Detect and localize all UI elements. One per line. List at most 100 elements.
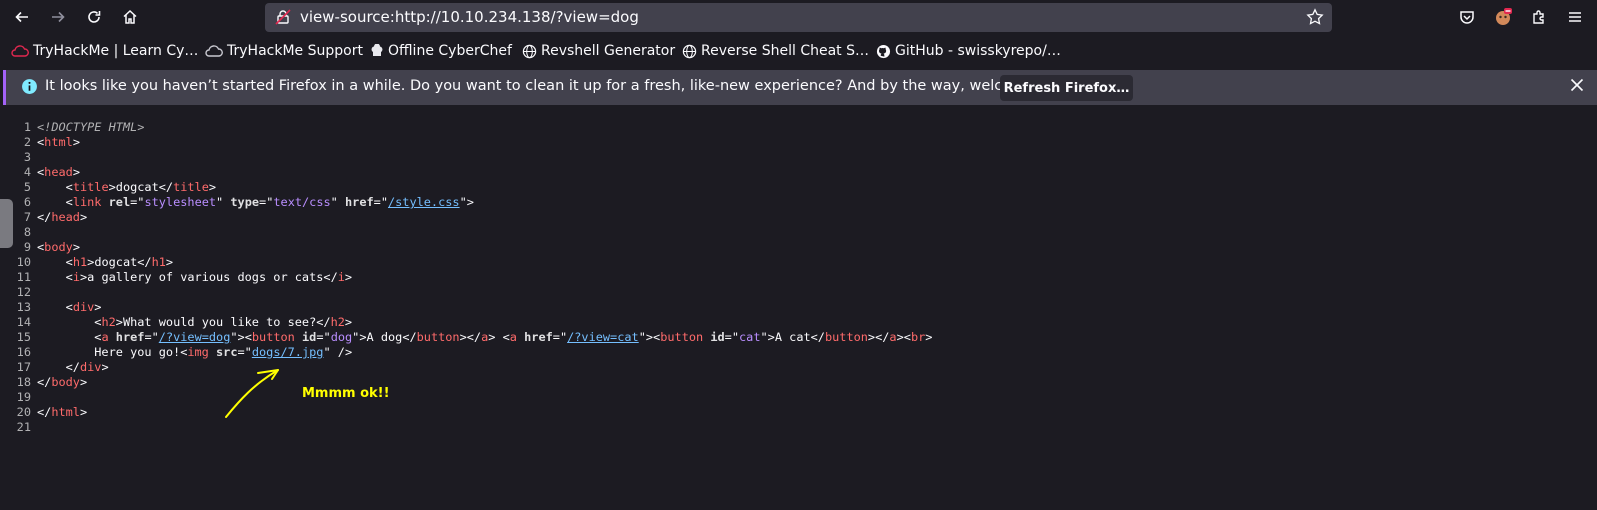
source-line: 2 <html> — [0, 135, 1597, 150]
line-number: 17 — [16, 360, 31, 374]
url-text[interactable]: view-source:http://10.10.234.138/?view=d… — [300, 8, 639, 26]
chef-icon — [371, 44, 383, 56]
source-code: <a href="/?view=dog"><button id="dog">A … — [94, 330, 933, 344]
bookmarks-toolbar: TryHackMe | Learn Cy… TryHackMe Support … — [0, 37, 1597, 65]
source-code: <!DOCTYPE HTML> — [37, 120, 145, 134]
line-number: 15 — [16, 330, 31, 344]
bookmark-github-swisskyrepo[interactable]: GitHub - swisskyrepo/… — [876, 41, 1061, 61]
reload-button[interactable] — [81, 4, 107, 30]
source-line: 16 Here you go!<img src="dogs/7.jpg" /> — [0, 345, 1597, 360]
refresh-firefox-button[interactable]: Refresh Firefox… — [1000, 75, 1133, 101]
source-line: 5 <title>dogcat</title> — [0, 180, 1597, 195]
line-number: 19 — [16, 390, 31, 404]
line-number: 1 — [23, 120, 31, 134]
menu-icon — [1569, 12, 1581, 22]
source-code: <head> — [37, 165, 80, 179]
line-number: 6 — [23, 195, 31, 209]
source-code: <title>dogcat</title> — [65, 180, 217, 194]
home-icon — [123, 9, 137, 24]
menu-button[interactable] — [1562, 4, 1588, 30]
annotation-text: Mmmm ok!! — [302, 386, 390, 401]
line-number: 4 — [23, 165, 31, 179]
lock-icon — [275, 9, 291, 25]
source-line: 9 <body> — [0, 240, 1597, 255]
puzzle-icon — [1533, 10, 1544, 24]
close-icon[interactable] — [1569, 77, 1585, 93]
extension-button[interactable] — [1490, 4, 1516, 30]
source-code: <i>a gallery of various dogs or cats</i> — [65, 270, 353, 284]
source-code: </head> — [37, 210, 88, 224]
source-line: 14 <h2>What would you like to see?</h2> — [0, 315, 1597, 330]
source-line: 15 <a href="/?view=dog"><button id="dog"… — [0, 330, 1597, 345]
line-number: 3 — [23, 150, 31, 164]
source-line: 12 — [0, 285, 1597, 300]
bookmark-label: Offline CyberChef — [388, 43, 512, 59]
line-number: 21 — [16, 420, 31, 434]
source-line: 13 <div> — [0, 300, 1597, 315]
line-number: 2 — [23, 135, 31, 149]
bookmark-cyberchef[interactable]: Offline CyberChef — [370, 41, 512, 61]
source-line: 7 </head> — [0, 210, 1597, 225]
forward-button[interactable] — [45, 4, 71, 30]
line-number: 20 — [16, 405, 31, 419]
source-code: <h1>dogcat</h1> — [65, 255, 174, 269]
source-code: </html> — [37, 405, 88, 419]
source-code: </div> — [65, 360, 109, 374]
source-code: <div> — [65, 300, 102, 314]
source-code: <link rel="stylesheet" type="text/css" h… — [65, 195, 474, 209]
extension-icon — [1496, 8, 1512, 25]
source-line: 10 <h1>dogcat</h1> — [0, 255, 1597, 270]
pocket-icon — [1460, 11, 1474, 24]
source-code: <h2>What would you like to see?</h2> — [94, 315, 353, 329]
source-code: <body> — [37, 240, 80, 254]
line-number: 18 — [16, 375, 31, 389]
source-line: 21 — [0, 420, 1597, 435]
bookmark-label: TryHackMe | Learn Cy… — [33, 43, 199, 59]
github-icon — [876, 44, 891, 58]
notification-bar: It looks like you haven’t started Firefo… — [3, 70, 1597, 105]
globe-icon — [522, 44, 537, 58]
pocket-button[interactable] — [1454, 4, 1480, 30]
line-number: 10 — [16, 255, 31, 269]
cloud-icon — [205, 45, 223, 57]
bookmark-reverse-shell-cheat-sheet[interactable]: Reverse Shell Cheat S… — [682, 41, 869, 61]
globe-icon — [682, 44, 697, 58]
line-number: 5 — [23, 180, 31, 194]
line-number: 7 — [23, 210, 31, 224]
nav-toolbar: view-source:http://10.10.234.138/?view=d… — [0, 0, 1597, 35]
puzzle-button[interactable] — [1526, 4, 1552, 30]
back-button[interactable] — [9, 4, 35, 30]
line-number: 14 — [16, 315, 31, 329]
home-button[interactable] — [117, 4, 143, 30]
line-number: 11 — [16, 270, 31, 284]
bookmark-tryhackme[interactable]: TryHackMe | Learn Cy… — [11, 41, 198, 61]
source-line: 4 <head> — [0, 165, 1597, 180]
info-icon — [22, 79, 37, 94]
line-number: 12 — [16, 285, 31, 299]
source-line: 1 <!DOCTYPE HTML> — [0, 120, 1597, 135]
bookmark-label: Revshell Generator — [541, 43, 676, 59]
line-number: 13 — [16, 300, 31, 314]
source-code: </body> — [37, 375, 88, 389]
bookmark-label: TryHackMe Support — [227, 43, 363, 59]
url-bar[interactable]: view-source:http://10.10.234.138/?view=d… — [265, 3, 1332, 32]
line-number: 9 — [23, 240, 31, 254]
notification-message: It looks like you haven’t started Firefo… — [45, 78, 1080, 94]
source-code: <html> — [37, 135, 80, 149]
forward-icon — [52, 11, 65, 23]
back-icon — [15, 11, 28, 23]
source-line: 6 <link rel="stylesheet" type="text/css"… — [0, 195, 1597, 210]
reload-icon — [88, 11, 101, 23]
tryhackme-icon — [11, 45, 29, 57]
source-code: Here you go!<img src="dogs/7.jpg" /> — [37, 345, 353, 359]
bookmark-label: GitHub - swisskyrepo/… — [895, 43, 1061, 59]
arrow-annotation-icon — [225, 369, 279, 418]
star-icon[interactable] — [1306, 8, 1324, 26]
line-number: 16 — [16, 345, 31, 359]
source-line: 3 — [0, 150, 1597, 165]
bookmark-label: Reverse Shell Cheat S… — [701, 43, 869, 59]
source-line: 11 <i>a gallery of various dogs or cats<… — [0, 270, 1597, 285]
bookmark-revshell-generator[interactable]: Revshell Generator — [522, 41, 675, 61]
line-number: 8 — [23, 225, 31, 239]
bookmark-tryhackme-support[interactable]: TryHackMe Support — [205, 41, 363, 61]
